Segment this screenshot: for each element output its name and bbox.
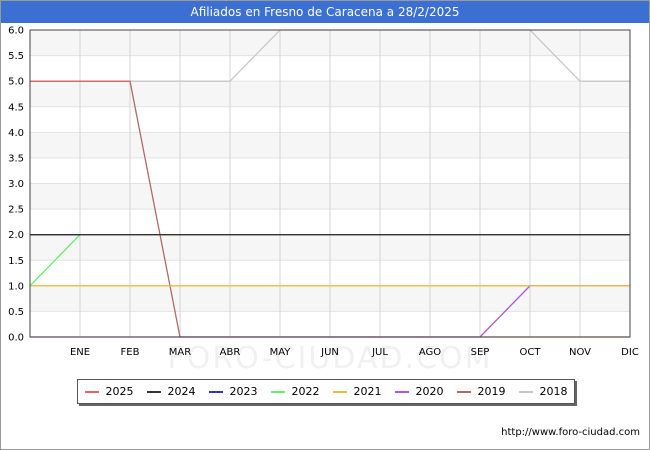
legend-item-2020: 2020 [394, 385, 444, 398]
legend-swatch [394, 390, 409, 393]
legend-item-2021: 2021 [332, 385, 382, 398]
x-tick-label: MAR [169, 347, 191, 358]
y-tick-label: 2.5 [8, 205, 24, 216]
x-tick-label: OCT [520, 347, 542, 358]
legend: 2025 2024 2023 2022 2021 2020 2019 2018 [77, 379, 575, 404]
legend-item-2025: 2025 [84, 385, 134, 398]
legend-swatch [332, 390, 347, 393]
y-tick-label: 0.0 [8, 333, 24, 344]
legend-swatch [146, 390, 161, 393]
y-tick-label: 1.0 [8, 281, 24, 292]
y-tick-label: 5.5 [8, 51, 24, 62]
x-tick-label: NOV [569, 347, 591, 358]
y-tick-label: 5.0 [8, 77, 24, 88]
y-tick-label: 4.0 [8, 128, 24, 139]
y-tick-label: 3.5 [8, 153, 24, 164]
legend-label: 2019 [477, 385, 506, 398]
legend-swatch [84, 390, 99, 393]
legend-label: 2025 [105, 385, 134, 398]
y-tick-label: 6.0 [8, 26, 24, 37]
legend-swatch [456, 390, 471, 393]
legend-item-2018: 2018 [518, 385, 568, 398]
legend-swatch [270, 390, 285, 393]
source-credit: http://www.foro-ciudad.com [501, 427, 640, 438]
y-tick-label: 0.5 [8, 307, 24, 318]
y-tick-label: 1.5 [8, 256, 24, 267]
legend-label: 2018 [539, 385, 568, 398]
x-tick-label: DIC [621, 347, 639, 358]
x-tick-label: JUL [371, 347, 388, 358]
legend-swatch [208, 390, 223, 393]
y-tick-labels: 0.0 0.5 1.0 1.5 2.0 2.5 3.0 3.5 4.0 4.5 5.0 5.5 6.0 [8, 26, 24, 344]
x-tick-label: FEB [121, 347, 140, 358]
legend-label: 2021 [353, 385, 382, 398]
legend-label: 2024 [167, 385, 196, 398]
x-tick-label: ABR [220, 347, 241, 358]
legend-item-2024: 2024 [146, 385, 196, 398]
legend-item-2019: 2019 [456, 385, 506, 398]
y-tick-label: 3.0 [8, 179, 24, 190]
legend-item-2022: 2022 [270, 385, 320, 398]
legend-item-2023: 2023 [208, 385, 258, 398]
x-tick-label: SEP [471, 347, 490, 358]
y-tick-label: 2.0 [8, 230, 24, 241]
y-tick-label: 4.5 [8, 102, 24, 113]
legend-swatch [518, 390, 533, 393]
legend-label: 2022 [291, 385, 320, 398]
legend-label: 2020 [415, 385, 444, 398]
x-tick-label: ENE [70, 347, 90, 358]
x-tick-label: AGO [419, 347, 441, 358]
x-tick-label: JUN [320, 347, 339, 358]
legend-label: 2023 [229, 385, 258, 398]
x-tick-label: MAY [270, 347, 292, 358]
